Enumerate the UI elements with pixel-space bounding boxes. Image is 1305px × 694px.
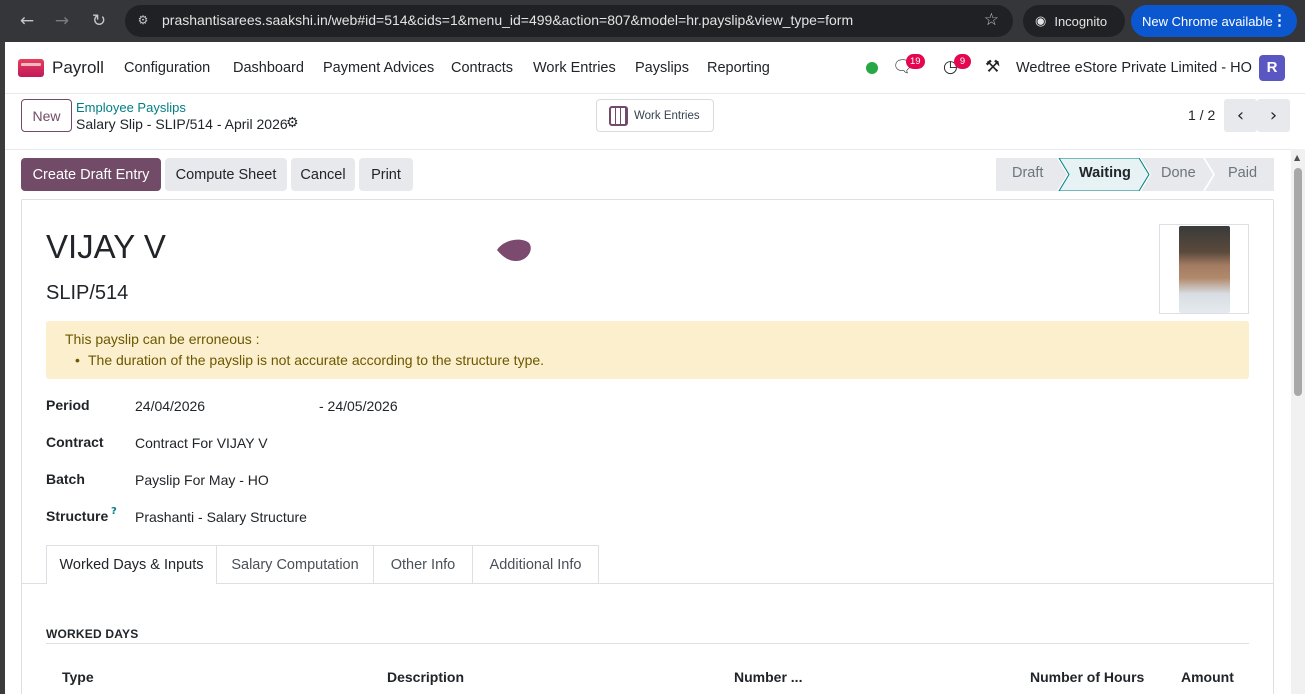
help-tooltip-icon[interactable]: ? [111, 506, 117, 517]
tab-worked-days-inputs[interactable]: Worked Days & Inputs [46, 545, 217, 584]
chevron-right-icon: › [1269, 105, 1278, 126]
url-text[interactable]: prashantisarees.saakshi.in/web#id=514&ci… [162, 12, 853, 28]
tools-icon[interactable]: ⚒ [985, 57, 1000, 77]
breadcrumb-current: Salary Slip - SLIP/514 - April 2026 [76, 116, 288, 132]
update-chrome-label: New Chrome available [1142, 13, 1273, 29]
breadcrumb-parent[interactable]: Employee Payslips [76, 100, 186, 115]
contract-label: Contract [46, 434, 104, 450]
contract-input[interactable]: Contract For VIJAY V [135, 435, 268, 451]
app-name[interactable]: Payroll [52, 58, 104, 78]
new-button[interactable]: New [21, 99, 72, 132]
stage-paid[interactable]: Paid [1228, 165, 1257, 181]
incognito-label: Incognito [1054, 13, 1108, 29]
chevron-left-icon: ‹ [1236, 105, 1245, 126]
employee-photo[interactable] [1159, 224, 1249, 314]
priority-leaf-icon [497, 239, 531, 261]
column-number-of-hours[interactable]: Number of Hours [1030, 669, 1144, 685]
structure-input[interactable]: Prashanti - Salary Structure [135, 509, 307, 525]
activities-badge: 9 [954, 54, 971, 69]
stage-draft[interactable]: Draft [1012, 165, 1043, 181]
payroll-app-icon[interactable] [18, 59, 44, 77]
tab-other-info[interactable]: Other Info [373, 545, 473, 583]
column-type[interactable]: Type [62, 669, 94, 685]
menu-contracts[interactable]: Contracts [451, 60, 513, 76]
site-info-icon[interactable]: ⚙ [135, 13, 151, 29]
alert-item: The duration of the payslip is not accur… [88, 352, 545, 368]
bookmark-star-icon[interactable]: ☆ [984, 10, 999, 30]
pager-previous-button[interactable]: ‹ [1224, 99, 1257, 132]
print-button[interactable]: Print [359, 158, 413, 191]
column-amount[interactable]: Amount [1181, 669, 1234, 685]
column-number-days[interactable]: Number ... [734, 669, 802, 685]
menu-configuration[interactable]: Configuration [124, 60, 210, 76]
worked-days-section-title: WORKED DAYS [46, 627, 139, 641]
work-entries-label: Work Entries [634, 109, 700, 122]
menu-dashboard[interactable]: Dashboard [233, 60, 304, 76]
menu-work-entries[interactable]: Work Entries [533, 60, 616, 76]
work-entries-button[interactable]: Work Entries [596, 99, 714, 132]
alert-title: This payslip can be erroneous : [65, 331, 260, 347]
menu-reporting[interactable]: Reporting [707, 60, 770, 76]
warning-alert: This payslip can be erroneous : • The du… [46, 321, 1249, 379]
menu-payslips[interactable]: Payslips [635, 60, 689, 76]
window-edge [0, 42, 5, 694]
column-description[interactable]: Description [387, 669, 464, 685]
kebab-menu-icon[interactable]: ⋮ [1272, 11, 1287, 29]
cancel-button[interactable]: Cancel [291, 158, 355, 191]
pager-next-button[interactable]: › [1257, 99, 1290, 132]
gear-icon[interactable]: ⚙ [286, 115, 299, 131]
messages-badge: 19 [906, 54, 925, 69]
incognito-icon: ◉ [1035, 13, 1047, 28]
payslip-reference[interactable]: SLIP/514 [46, 282, 128, 305]
batch-input[interactable]: Payslip For May - HO [135, 472, 269, 488]
presence-status-dot [866, 62, 878, 74]
scroll-up-arrow-icon[interactable]: ▲ [1294, 153, 1300, 162]
structure-label: Structure [46, 508, 109, 524]
bullet-icon: • [75, 352, 80, 368]
batch-label: Batch [46, 471, 85, 487]
create-draft-entry-button[interactable]: Create Draft Entry [21, 158, 161, 191]
update-chrome-button[interactable]: New Chrome available ⋮ [1131, 5, 1297, 37]
reload-icon[interactable]: ↻ [86, 8, 112, 34]
menu-payment-advices[interactable]: Payment Advices [323, 60, 434, 76]
main-navbar: Payroll Configuration Dashboard Payment … [5, 42, 1305, 94]
period-to-input[interactable]: - 24/05/2026 [319, 398, 398, 414]
period-from-input[interactable]: 24/04/2026 [135, 398, 205, 414]
section-divider [46, 643, 1249, 644]
tab-additional-info[interactable]: Additional Info [472, 545, 599, 583]
calendar-icon [609, 105, 628, 126]
user-avatar[interactable]: R [1259, 55, 1285, 81]
back-arrow-icon[interactable]: ← [14, 8, 40, 34]
pager-value[interactable]: 1 / 2 [1188, 107, 1215, 123]
company-switcher[interactable]: Wedtree eStore Private Limited - HO [1016, 60, 1252, 76]
incognito-indicator[interactable]: ◉ Incognito [1023, 5, 1125, 37]
forward-arrow-icon[interactable]: → [49, 8, 75, 34]
period-label: Period [46, 397, 90, 413]
tab-salary-computation[interactable]: Salary Computation [216, 545, 374, 583]
compute-sheet-button[interactable]: Compute Sheet [165, 158, 287, 191]
stage-waiting[interactable]: Waiting [1079, 165, 1131, 181]
scrollbar-thumb[interactable] [1294, 168, 1302, 396]
employee-photo-image [1179, 226, 1230, 313]
address-bar[interactable]: ⚙ prashantisarees.saakshi.in/web#id=514&… [125, 5, 1013, 37]
employee-name[interactable]: VIJAY V [46, 228, 166, 266]
browser-toolbar: ← → ↻ ⚙ prashantisarees.saakshi.in/web#i… [0, 0, 1305, 42]
stage-done[interactable]: Done [1161, 165, 1196, 181]
